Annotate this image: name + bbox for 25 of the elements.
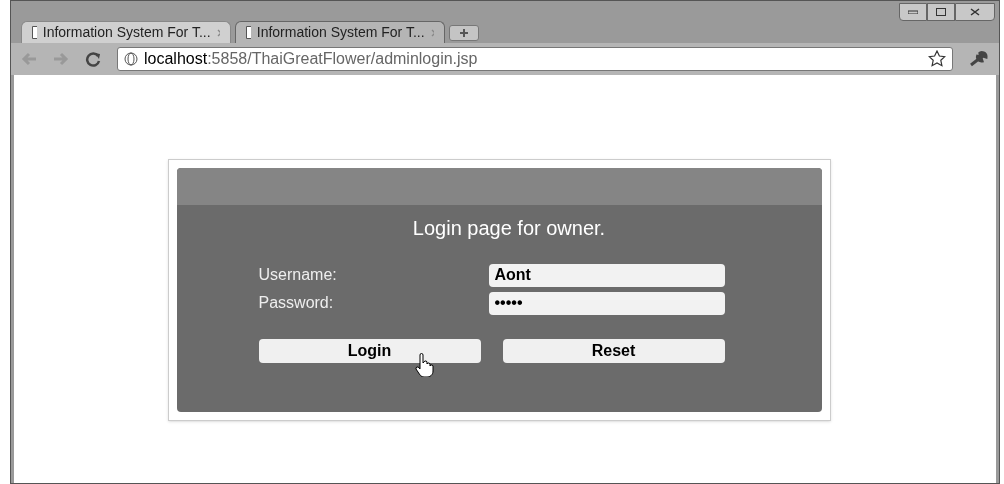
- hand-cursor-icon: [413, 353, 434, 377]
- browser-tab[interactable]: Information System For T...: [21, 21, 231, 43]
- input-field[interactable]: Aont: [488, 263, 725, 287]
- maximize-button[interactable]: [927, 3, 955, 21]
- browser-tab[interactable]: Information System For T...: [235, 21, 445, 43]
- tab-title: Information System For T...: [42, 23, 211, 42]
- minimize-icon: [908, 10, 918, 14]
- new-tab-button[interactable]: [449, 25, 479, 41]
- address-bar[interactable]: localhost:5858/ThaiGreatFlower/adminlogin.jsp: [117, 47, 953, 71]
- input-field[interactable]: •••••: [488, 291, 725, 315]
- form-button[interactable]: Login: [258, 339, 481, 363]
- field-label: Username:: [258, 265, 338, 285]
- wrench-icon[interactable]: [969, 50, 989, 68]
- plus-icon: [459, 28, 469, 38]
- url-text: localhost:5858/ThaiGreatFlower/adminlogin.jsp: [144, 49, 479, 69]
- globe-icon: [124, 52, 138, 66]
- reload-icon[interactable]: [85, 51, 101, 67]
- star-icon[interactable]: [928, 50, 946, 68]
- minimize-button[interactable]: [899, 3, 927, 21]
- tab-title: Information System For T...: [256, 23, 425, 42]
- close-button[interactable]: [955, 3, 995, 21]
- field-label: Password:: [258, 293, 335, 313]
- form-button[interactable]: Reset: [502, 339, 725, 363]
- maximize-icon: [936, 8, 946, 16]
- login-heading: Login page for owner.: [411, 216, 607, 241]
